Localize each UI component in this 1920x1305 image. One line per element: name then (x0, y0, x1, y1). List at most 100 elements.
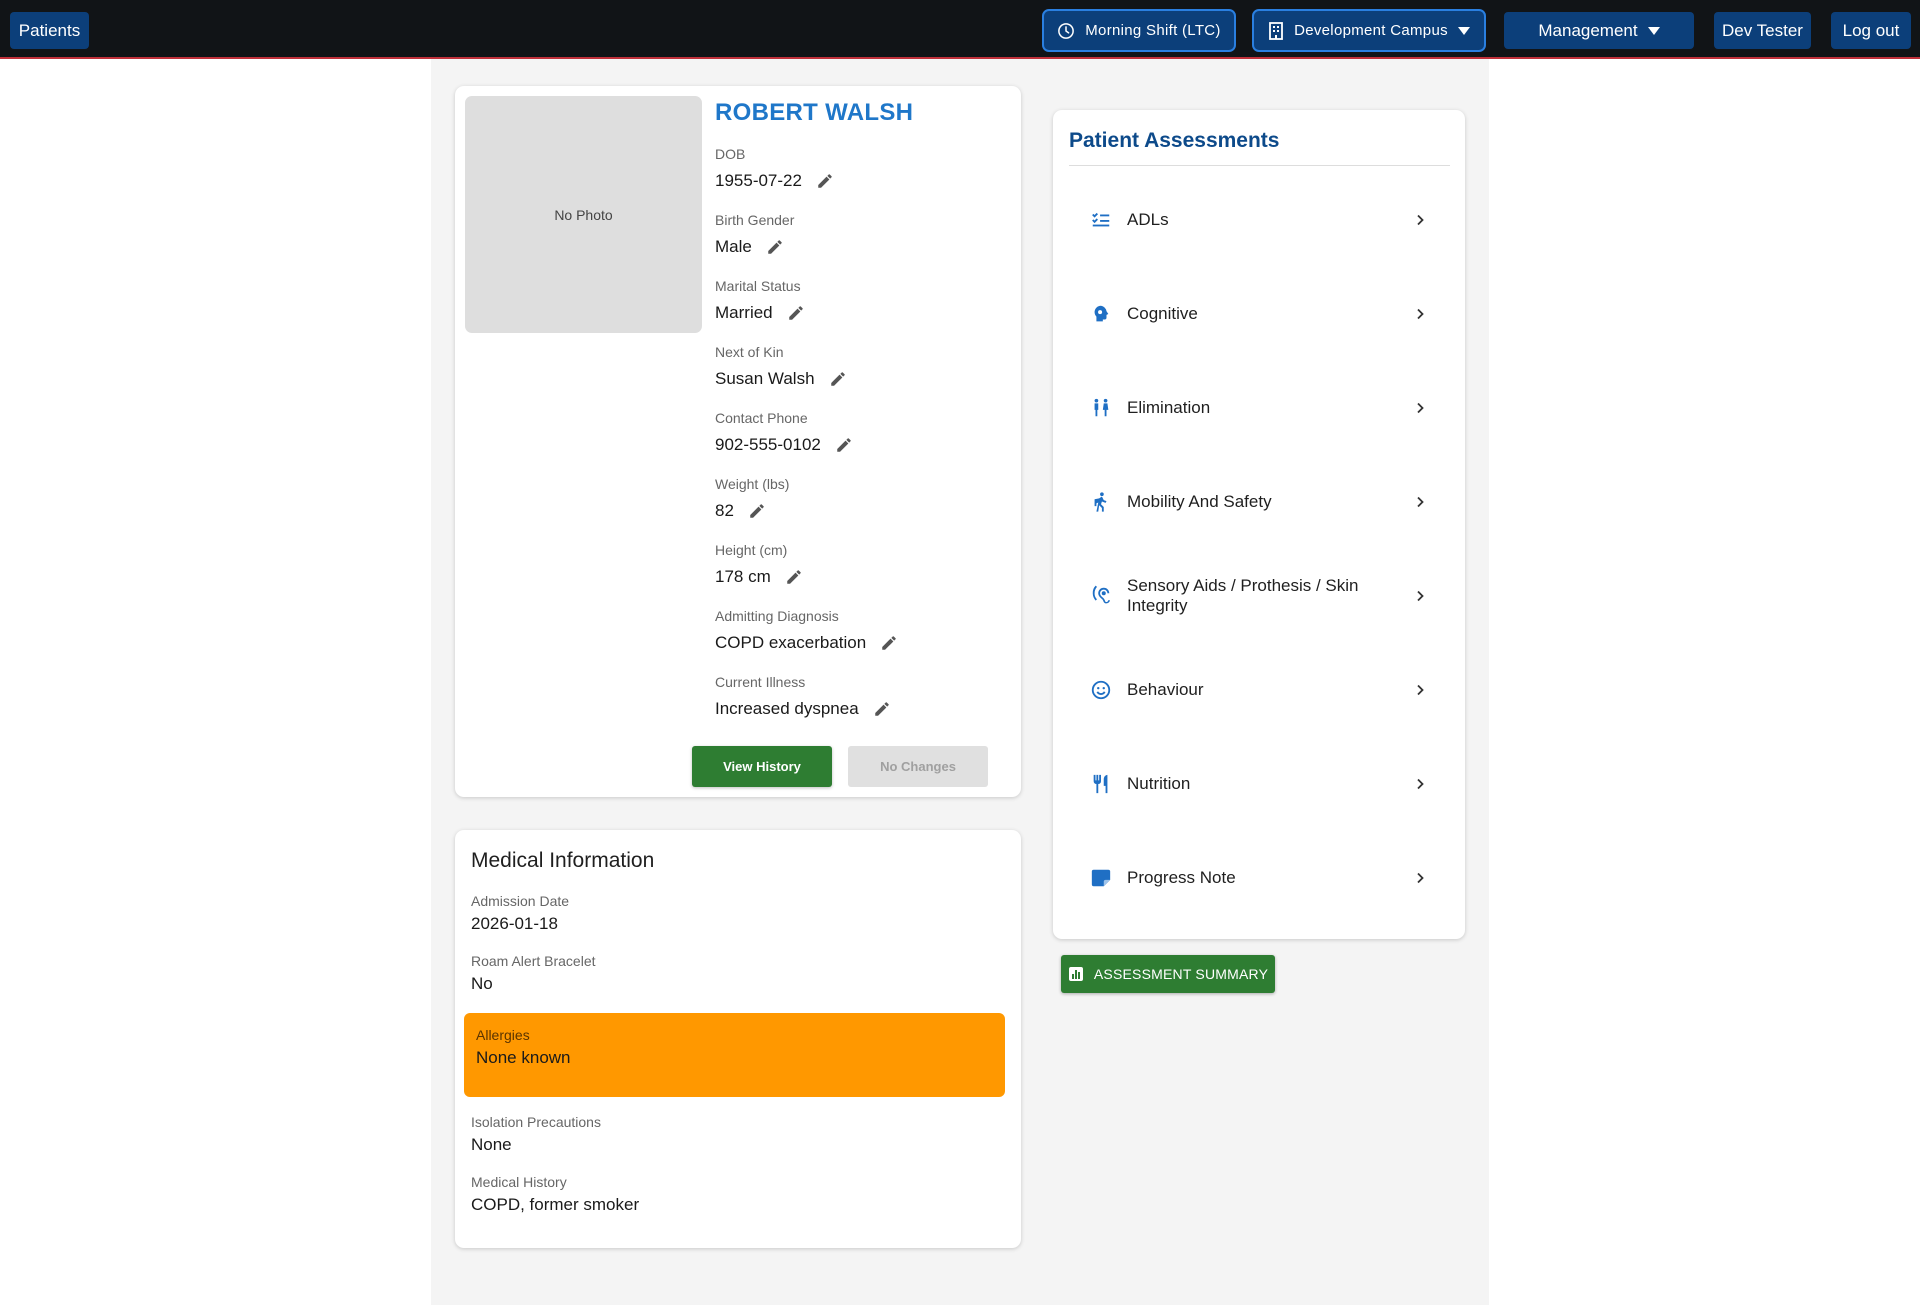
smiley-icon (1089, 678, 1113, 702)
caret-down-icon (1647, 26, 1660, 35)
assessment-item[interactable]: ADLs (1069, 190, 1450, 250)
isolation-precautions-field: Isolation Precautions None (471, 1114, 601, 1155)
view-history-button[interactable]: View History (692, 746, 832, 787)
isolation-precautions-label: Isolation Precautions (471, 1114, 601, 1130)
assessment-item[interactable]: Behaviour (1069, 660, 1450, 720)
assessment-item-label: Progress Note (1127, 868, 1236, 887)
medical-history-label: Medical History (471, 1174, 567, 1190)
patients-button[interactable]: Patients (10, 12, 89, 49)
edit-pencil-icon[interactable] (748, 502, 766, 520)
edit-pencil-icon[interactable] (816, 172, 834, 190)
assessment-item-label: Behaviour (1127, 680, 1204, 699)
patient-field-label: Admitting Diagnosis (715, 608, 839, 624)
brain-icon (1089, 302, 1113, 326)
medical-history-field: Medical History COPD, former smoker (471, 1174, 639, 1215)
assessment-item-label: Mobility And Safety (1127, 492, 1272, 511)
patient-field-label: Current Illness (715, 674, 806, 690)
isolation-precautions-value: None (471, 1135, 512, 1154)
assessment-item-label: Cognitive (1127, 304, 1198, 323)
assessment-summary-label: ASSESSMENT SUMMARY (1093, 966, 1269, 982)
user-label: Dev Tester (1722, 20, 1803, 40)
shift-selector-button[interactable]: Morning Shift (LTC) (1042, 9, 1236, 52)
allergies-alert-box: Allergies None known (464, 1013, 1005, 1097)
patient-field: Weight (lbs) 82 (715, 476, 789, 521)
bar-chart-icon (1068, 967, 1083, 981)
assessment-item[interactable]: Nutrition (1069, 754, 1450, 814)
edit-pencil-icon[interactable] (787, 304, 805, 322)
roam-alert-value: No (471, 974, 493, 993)
patient-field-value-row: 82 (715, 501, 789, 521)
patient-assessments-title: Patient Assessments (1069, 129, 1280, 152)
medical-information-title: Medical Information (471, 849, 655, 872)
edit-pencil-icon[interactable] (829, 370, 847, 388)
patient-field-label: Height (cm) (715, 542, 788, 558)
shift-label: Morning Shift (LTC) (1085, 22, 1221, 39)
patient-field-value-row: COPD exacerbation (715, 633, 898, 653)
chevron-right-icon (1412, 494, 1428, 510)
patient-field-value: Married (715, 303, 773, 322)
allergies-value: None known (476, 1048, 571, 1067)
patient-field: Marital Status Married (715, 278, 805, 323)
roam-alert-field: Roam Alert Bracelet No (471, 953, 596, 994)
walking-icon (1089, 490, 1113, 514)
patient-field-label: Weight (lbs) (715, 476, 790, 492)
patient-field: Current Illness Increased dyspnea (715, 674, 891, 719)
edit-pencil-icon[interactable] (873, 700, 891, 718)
chevron-right-icon (1412, 588, 1428, 604)
patient-field-value: 902-555-0102 (715, 435, 821, 454)
hearing-icon (1089, 584, 1113, 608)
patient-field: Contact Phone 902-555-0102 (715, 410, 853, 455)
patient-name: ROBERT WALSH (715, 99, 914, 126)
patient-field: Admitting Diagnosis COPD exacerbation (715, 608, 898, 653)
building-icon (1269, 21, 1283, 40)
patient-field-label: Next of Kin (715, 344, 784, 360)
assessment-item[interactable]: Sensory Aids / Prothesis / Skin Integrit… (1069, 566, 1450, 626)
patient-field-value-row: Married (715, 303, 805, 323)
patient-field-value-row: 1955-07-22 (715, 171, 834, 191)
logout-button[interactable]: Log out (1831, 12, 1911, 49)
assessment-item-label: Elimination (1127, 398, 1211, 417)
chevron-right-icon (1412, 212, 1428, 228)
patient-field-value: COPD exacerbation (715, 633, 867, 652)
assessment-item[interactable]: Progress Note (1069, 848, 1450, 908)
edit-pencil-icon[interactable] (880, 634, 898, 652)
clock-icon (1058, 22, 1075, 39)
medical-history-value: COPD, former smoker (471, 1195, 640, 1214)
campus-label: Development Campus (1294, 22, 1448, 39)
utensils-icon (1089, 772, 1113, 796)
assessment-item-label: Nutrition (1127, 774, 1191, 793)
assessment-item[interactable]: Mobility And Safety (1069, 472, 1450, 532)
management-menu-button[interactable]: Management (1504, 12, 1694, 49)
assessment-item[interactable]: Elimination (1069, 378, 1450, 438)
patient-field-value-row: Increased dyspnea (715, 699, 891, 719)
patient-field-value: Male (715, 237, 752, 256)
admission-date-field: Admission Date 2026-01-18 (471, 893, 569, 934)
patient-field-value: 178 cm (715, 567, 771, 586)
patient-field-value-row: 902-555-0102 (715, 435, 853, 455)
checklist-icon (1089, 208, 1113, 232)
admission-date-label: Admission Date (471, 893, 570, 909)
chevron-right-icon (1412, 870, 1428, 886)
edit-pencil-icon[interactable] (785, 568, 803, 586)
note-icon (1089, 866, 1113, 890)
user-button[interactable]: Dev Tester (1714, 12, 1811, 49)
edit-pencil-icon[interactable] (766, 238, 784, 256)
patient-field-label: Marital Status (715, 278, 801, 294)
patient-photo-placeholder: No Photo (465, 96, 702, 333)
no-photo-text: No Photo (554, 206, 613, 223)
roam-alert-label: Roam Alert Bracelet (471, 953, 596, 969)
assessment-summary-button[interactable]: ASSESSMENT SUMMARY (1061, 955, 1275, 993)
patient-field-value-row: 178 cm (715, 567, 803, 587)
chevron-right-icon (1412, 306, 1428, 322)
patient-field-value: Increased dyspnea (715, 699, 859, 718)
view-history-label: View History (723, 759, 801, 774)
campus-selector-button[interactable]: Development Campus (1252, 9, 1486, 52)
edit-pencil-icon[interactable] (835, 436, 853, 454)
allergies-label: Allergies (476, 1027, 530, 1043)
restroom-icon (1089, 396, 1113, 420)
patient-field-value: Susan Walsh (715, 369, 815, 388)
patient-field: Height (cm) 178 cm (715, 542, 803, 587)
no-changes-button[interactable]: No Changes (848, 746, 988, 787)
assessment-item[interactable]: Cognitive (1069, 284, 1450, 344)
patient-field-label: DOB (715, 146, 746, 162)
